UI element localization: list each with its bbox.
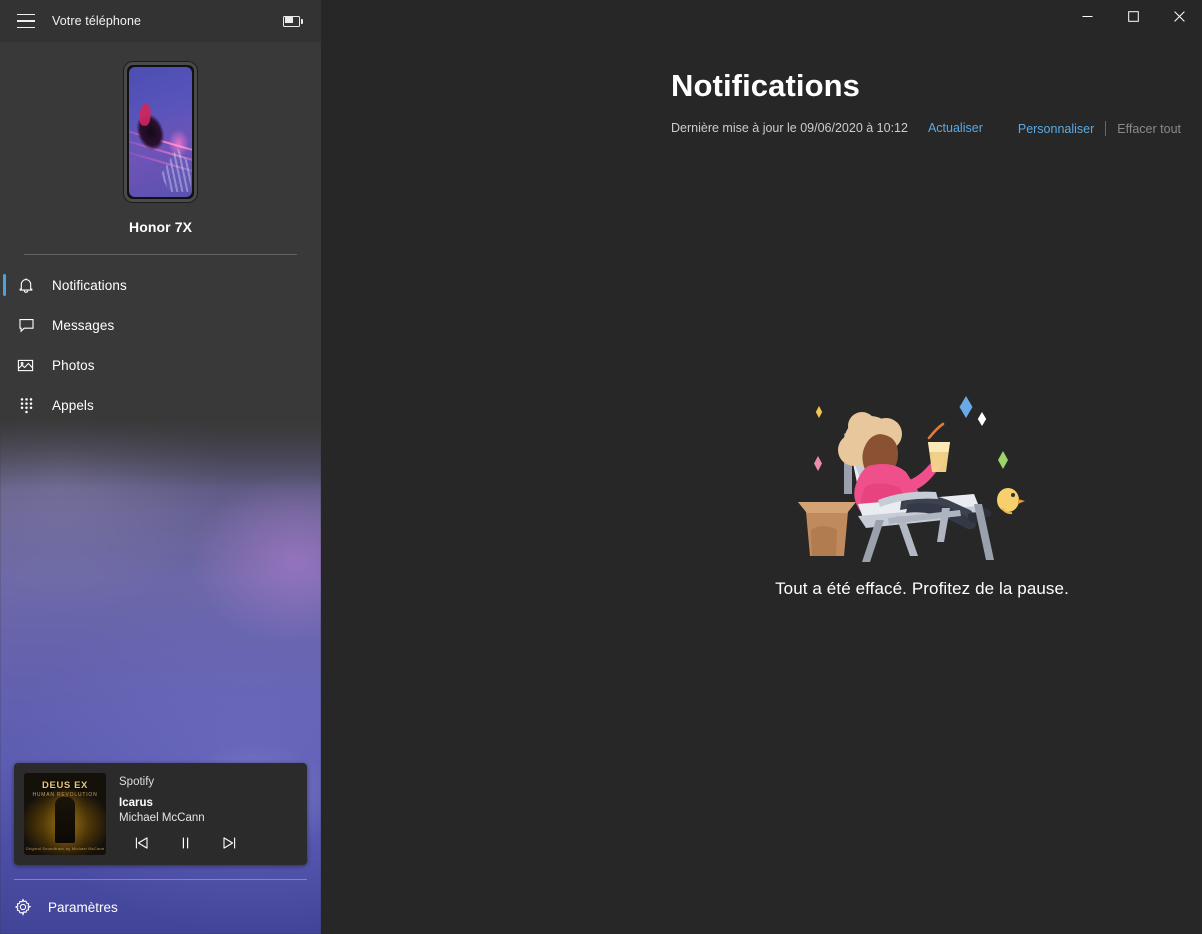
pause-icon[interactable] xyxy=(175,833,195,853)
battery-icon xyxy=(283,15,303,27)
sidebar: Votre téléphone Honor 7X Notifications M… xyxy=(0,0,321,934)
device-block: Honor 7X xyxy=(0,42,321,255)
last-update-text: Dernière mise à jour le 09/06/2020 à 10:… xyxy=(671,121,908,135)
action-separator xyxy=(1105,121,1107,136)
dialpad-icon xyxy=(16,395,36,415)
sidebar-item-label: Notifications xyxy=(52,277,127,293)
next-track-icon[interactable] xyxy=(219,833,239,853)
active-indicator xyxy=(3,314,6,336)
sidebar-item-label: Appels xyxy=(52,397,94,413)
media-info: Spotify Icarus Michael McCann xyxy=(119,773,297,855)
album-art-title: DEUS EX xyxy=(42,780,88,791)
active-indicator xyxy=(3,394,6,416)
close-button[interactable] xyxy=(1156,0,1202,32)
active-indicator xyxy=(3,354,6,376)
hamburger-menu-icon[interactable] xyxy=(10,5,42,37)
empty-state: Tout a été effacé. Profitez de la pause. xyxy=(642,390,1202,599)
sidebar-item-photos[interactable]: Photos xyxy=(0,345,321,385)
bell-icon xyxy=(16,275,36,295)
sidebar-item-messages[interactable]: Messages xyxy=(0,305,321,345)
media-track-title: Icarus xyxy=(119,797,153,809)
main-content: Notifications Dernière mise à jour le 09… xyxy=(321,0,1202,934)
previous-track-icon[interactable] xyxy=(131,833,151,853)
media-track-artist: Michael McCann xyxy=(119,812,205,824)
page-title: Notifications xyxy=(671,68,861,103)
refresh-link[interactable]: Actualiser xyxy=(928,121,983,135)
clear-all-link: Effacer tout xyxy=(1117,121,1181,136)
sidebar-item-settings[interactable]: Paramètres xyxy=(0,880,321,934)
sidebar-nav: Notifications Messages Photos Appels xyxy=(0,265,321,425)
sidebar-item-notifications[interactable]: Notifications xyxy=(0,265,321,305)
sub-header-bar: Dernière mise à jour le 09/06/2020 à 10:… xyxy=(671,121,983,135)
sidebar-item-appels[interactable]: Appels xyxy=(0,385,321,425)
sidebar-item-label: Paramètres xyxy=(48,899,118,915)
message-icon xyxy=(16,315,36,335)
minimize-button[interactable] xyxy=(1064,0,1110,32)
album-art[interactable]: DEUS EX HUMAN REVOLUTION Original Soundt… xyxy=(24,773,106,855)
device-name: Honor 7X xyxy=(128,219,193,235)
empty-state-message: Tout a été effacé. Profitez de la pause. xyxy=(775,579,1069,598)
header-actions: Personnaliser Effacer tout xyxy=(1018,121,1181,136)
media-app-name: Spotify xyxy=(119,776,155,788)
sidebar-divider xyxy=(24,254,297,255)
person-relaxing-on-lounge-chair xyxy=(792,390,1052,565)
album-art-credit: Original Soundtrack by Michael McCann xyxy=(25,846,105,851)
media-player-card: DEUS EX HUMAN REVOLUTION Original Soundt… xyxy=(14,763,307,865)
sidebar-item-label: Photos xyxy=(52,357,95,373)
gear-icon xyxy=(13,897,33,917)
active-indicator xyxy=(3,274,6,296)
app-title: Votre téléphone xyxy=(52,14,142,28)
sidebar-item-label: Messages xyxy=(52,317,115,333)
photo-icon xyxy=(16,355,36,375)
phone-screen-preview[interactable] xyxy=(124,62,197,202)
window-controls xyxy=(1064,0,1202,32)
media-controls xyxy=(119,833,297,853)
customize-link[interactable]: Personnaliser xyxy=(1018,122,1094,136)
maximize-button[interactable] xyxy=(1110,0,1156,32)
title-bar: Votre téléphone xyxy=(0,0,321,42)
album-art-figure xyxy=(55,797,75,843)
your-phone-app-window: Votre téléphone Honor 7X Notifications M… xyxy=(0,0,1202,934)
